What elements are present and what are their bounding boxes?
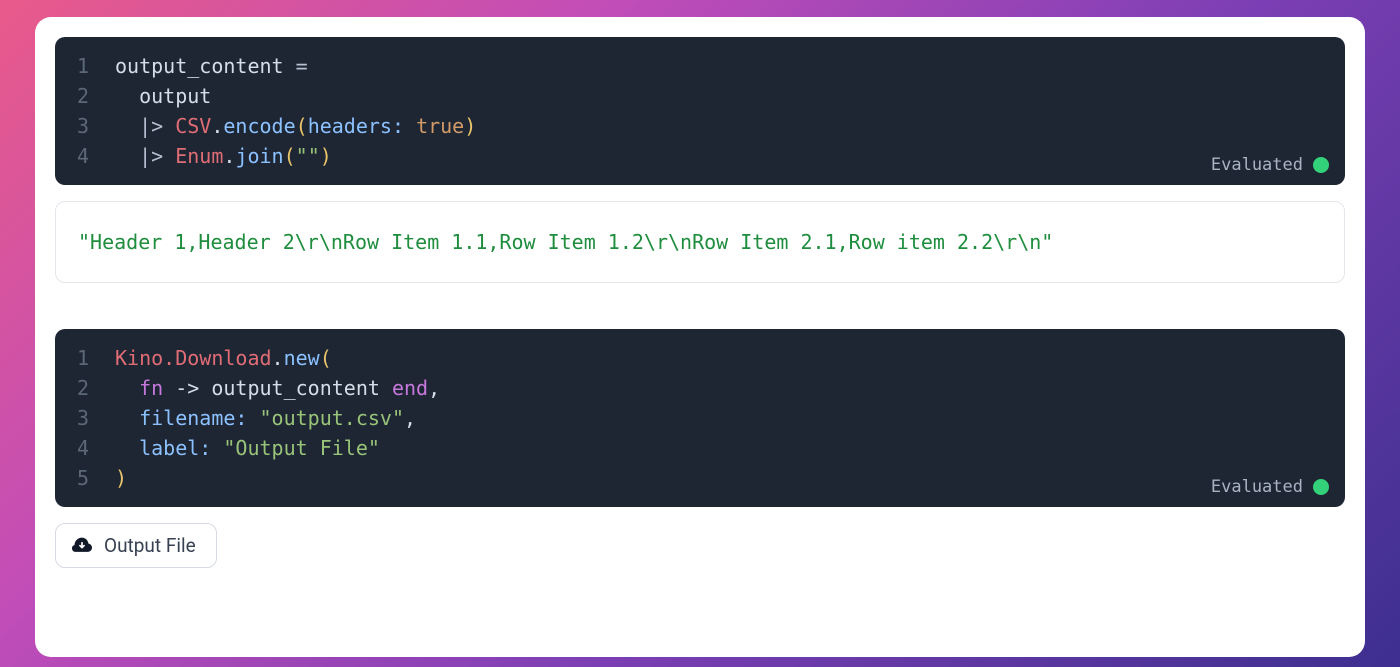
status-label: Evaluated — [1211, 155, 1303, 175]
status-dot-icon — [1313, 157, 1329, 173]
cell-status-1: Evaluated — [1211, 155, 1329, 175]
code-content: filename: "output.csv", — [115, 403, 416, 433]
notebook-card: 1output_content =2 output3 |> CSV.encode… — [35, 17, 1365, 657]
code-lines-1: 1output_content =2 output3 |> CSV.encode… — [71, 51, 1329, 171]
code-content: fn -> output_content end, — [115, 373, 440, 403]
code-lines-2: 1Kino.Download.new(2 fn -> output_conten… — [71, 343, 1329, 493]
cell-output-1: "Header 1,Header 2\r\nRow Item 1.1,Row I… — [55, 201, 1345, 283]
cell-status-2: Evaluated — [1211, 477, 1329, 497]
download-button[interactable]: Output File — [55, 523, 217, 568]
code-line: 3 |> CSV.encode(headers: true) — [71, 111, 1329, 141]
download-icon — [72, 536, 92, 556]
line-number: 5 — [71, 463, 115, 493]
status-label: Evaluated — [1211, 477, 1303, 497]
code-line: 2 fn -> output_content end, — [71, 373, 1329, 403]
line-number: 3 — [71, 111, 115, 141]
line-number: 1 — [71, 343, 115, 373]
line-number: 2 — [71, 373, 115, 403]
code-line: 4 |> Enum.join("") — [71, 141, 1329, 171]
code-content: |> Enum.join("") — [115, 141, 332, 171]
code-line: 5) — [71, 463, 1329, 493]
line-number: 1 — [71, 51, 115, 81]
line-number: 3 — [71, 403, 115, 433]
code-content: output_content = — [115, 51, 308, 81]
status-dot-icon — [1313, 479, 1329, 495]
code-line: 3 filename: "output.csv", — [71, 403, 1329, 433]
code-content: output — [115, 81, 211, 111]
code-content: Kino.Download.new( — [115, 343, 332, 373]
line-number: 2 — [71, 81, 115, 111]
code-line: 2 output — [71, 81, 1329, 111]
code-content: ) — [115, 463, 127, 493]
code-line: 4 label: "Output File" — [71, 433, 1329, 463]
code-cell-1[interactable]: 1output_content =2 output3 |> CSV.encode… — [55, 37, 1345, 185]
code-content: |> CSV.encode(headers: true) — [115, 111, 476, 141]
download-button-label: Output File — [104, 534, 196, 557]
line-number: 4 — [71, 433, 115, 463]
code-content: label: "Output File" — [115, 433, 380, 463]
code-cell-2[interactable]: 1Kino.Download.new(2 fn -> output_conten… — [55, 329, 1345, 507]
code-line: 1output_content = — [71, 51, 1329, 81]
line-number: 4 — [71, 141, 115, 171]
code-line: 1Kino.Download.new( — [71, 343, 1329, 373]
